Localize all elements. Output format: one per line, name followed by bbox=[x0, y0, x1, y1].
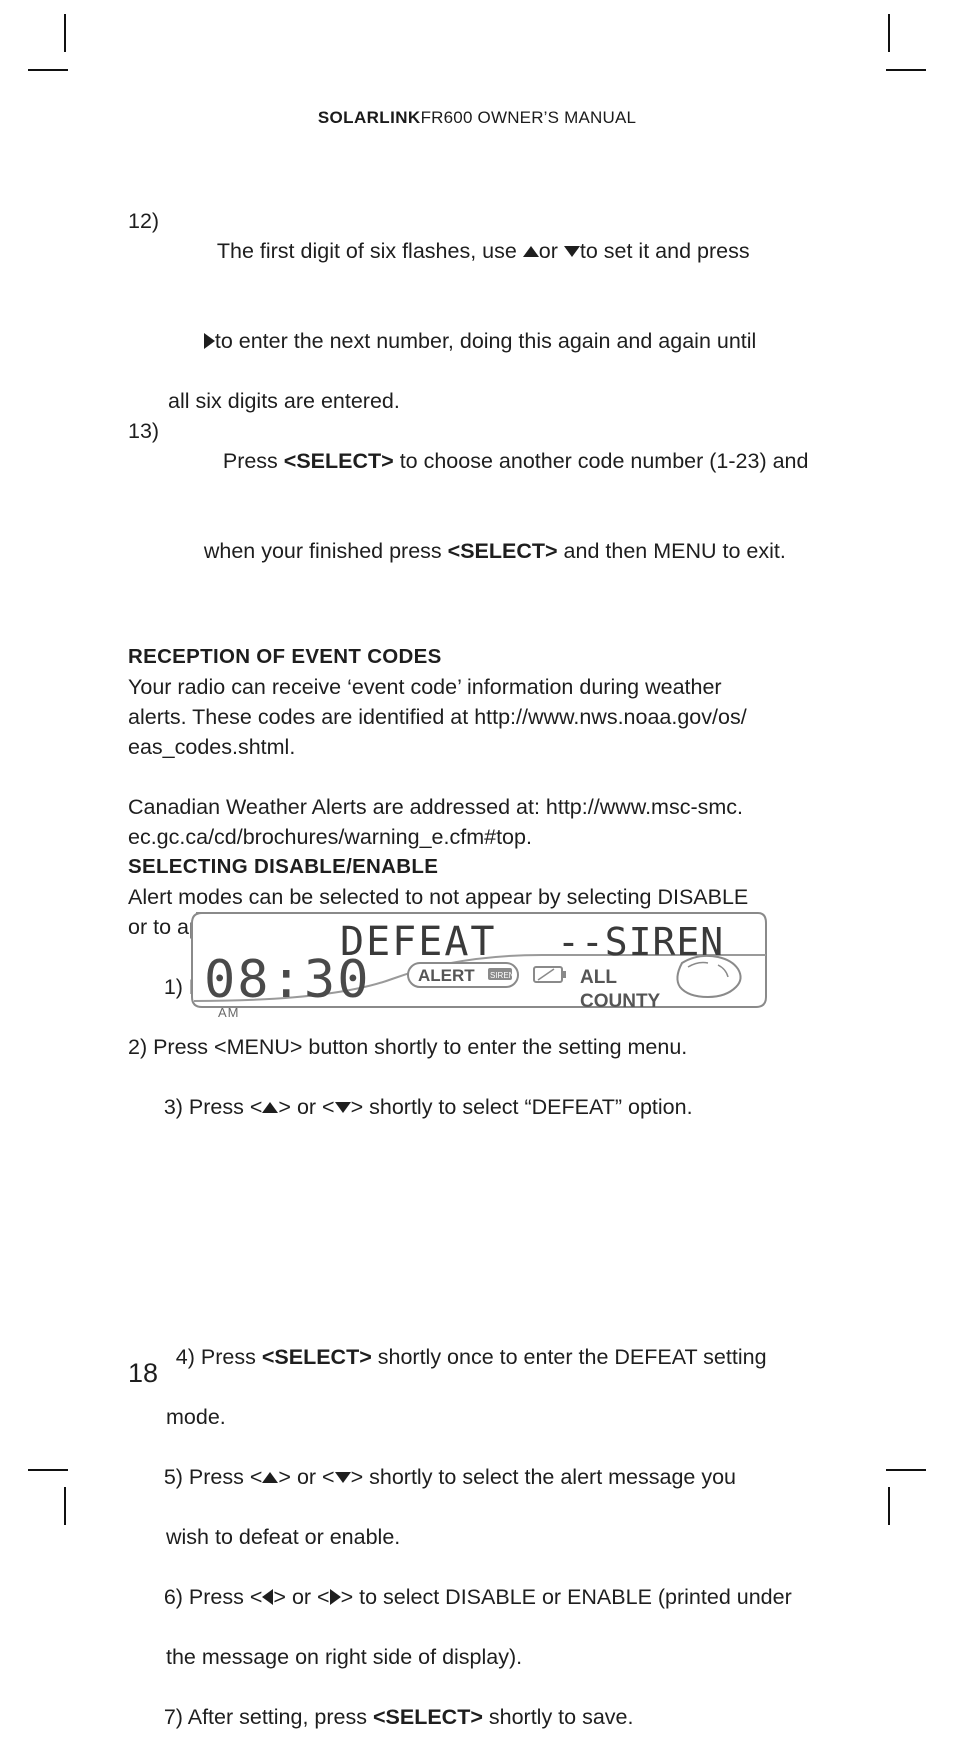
crop-mark-bottom-left-vertical bbox=[64, 1487, 66, 1525]
list-item-13-line2-a: when your finished press bbox=[203, 539, 448, 563]
heading-reception-of-event-codes: RECEPTION OF EVENT CODES bbox=[128, 645, 442, 668]
header-brand: SOLARLINK bbox=[317, 108, 421, 127]
list-item-12: 12) The first digit of six flashes, use … bbox=[128, 206, 832, 296]
lcd-county-label: COUNTY bbox=[580, 991, 661, 1012]
step-6-c: > to select DISABLE or ENABLE (printed u… bbox=[340, 1585, 792, 1609]
step-5-c: > shortly to select the alert message yo… bbox=[350, 1465, 737, 1489]
step-6-a: 6) Press < bbox=[163, 1585, 263, 1609]
list-item-12-line2: to enter the next number, doing this aga… bbox=[128, 296, 832, 386]
crop-mark-bottom-right-vertical bbox=[888, 1487, 890, 1525]
step-7-a: 7) After setting, press bbox=[163, 1705, 373, 1729]
canadian-alerts-line-1: Canadian Weather Alerts are addressed at… bbox=[128, 795, 744, 819]
select-token-2: <SELECT> bbox=[447, 539, 558, 563]
reception-paragraph-line-3: eas_codes.shtml. bbox=[128, 735, 296, 759]
lcd-am-label: AM bbox=[218, 1005, 240, 1020]
list-item-12-text-b: or bbox=[538, 239, 564, 263]
running-header: SOLARLINKFR600 OWNER’S MANUAL bbox=[0, 108, 954, 128]
step-6-line2: the message on right side of display). bbox=[166, 1645, 523, 1669]
step-7-b: shortly to save. bbox=[482, 1705, 634, 1729]
select-token-1: <SELECT> bbox=[283, 449, 394, 473]
up-arrow-icon bbox=[262, 1471, 279, 1483]
step-3-c: > shortly to select “DEFEAT” option. bbox=[350, 1095, 693, 1119]
page-number: 18 bbox=[128, 1358, 159, 1388]
up-arrow-icon bbox=[522, 245, 539, 257]
step-3-b: > or < bbox=[278, 1095, 335, 1119]
step-3: 3) Press < > or < > shortly to select “DEF… bbox=[128, 1062, 832, 1152]
select-token-3: <SELECT> bbox=[261, 1345, 372, 1369]
reception-paragraph-line-2: alerts. These codes are identified at ht… bbox=[128, 705, 747, 729]
header-model: FR600 OWNER’S MANUAL bbox=[420, 108, 637, 127]
step-2: 2) Press <MENU> button shortly to enter … bbox=[128, 1035, 688, 1059]
list-item-12-number: 12) bbox=[128, 209, 160, 233]
step-4-a: 4) Press bbox=[175, 1345, 262, 1369]
step-5-line2: wish to defeat or enable. bbox=[166, 1525, 401, 1549]
lcd-time-text: 08:30 bbox=[204, 950, 371, 1010]
step-4-text: 4) Press <SELECT> shortly once to enter … bbox=[128, 1312, 832, 1402]
down-arrow-icon bbox=[334, 1471, 351, 1483]
manual-page: SOLARLINKFR600 OWNER’S MANUAL 12) The fi… bbox=[0, 0, 954, 1729]
list-item-12-line3: all six digits are entered. bbox=[168, 389, 400, 413]
crop-mark-bottom-right-horizontal bbox=[886, 1469, 926, 1471]
step-6: 6) Press < > or < > to select DISABLE or E… bbox=[128, 1552, 832, 1642]
crop-mark-top-right-vertical bbox=[888, 14, 890, 52]
step-5-a: 5) Press < bbox=[163, 1465, 263, 1489]
right-arrow-icon bbox=[203, 333, 215, 350]
step-4-line2: mode. bbox=[166, 1405, 226, 1429]
step-3-a: 3) Press < bbox=[163, 1095, 263, 1119]
lcd-display-svg: DEFEAT --SIREN 08:30 AM ALERT SIREN ALL … bbox=[191, 912, 767, 1020]
up-arrow-icon bbox=[262, 1101, 279, 1113]
lcd-alert-sub-label: SIREN bbox=[490, 971, 515, 980]
lcd-all-label: ALL bbox=[580, 967, 617, 988]
select-token-4: <SELECT> bbox=[372, 1705, 483, 1729]
list-item-12-text-a: The first digit of six flashes, use bbox=[216, 239, 523, 263]
step-4-b: shortly once to enter the DEFEAT setting bbox=[371, 1345, 767, 1369]
reception-paragraph-line-1: Your radio can receive ‘event code’ info… bbox=[128, 675, 722, 699]
list-item-12-text: The first digit of six flashes, use or t… bbox=[159, 206, 832, 296]
list-item-12-line2-text: to enter the next number, doing this aga… bbox=[214, 329, 757, 353]
step-4: 4) Press <SELECT> shortly once to enter … bbox=[128, 1312, 832, 1402]
down-arrow-icon bbox=[563, 245, 580, 257]
figure-spacer bbox=[128, 1152, 832, 1312]
list-item-13-text: Press <SELECT> to choose another code nu… bbox=[159, 416, 832, 506]
step-5: 5) Press < > or < > shortly to select the … bbox=[128, 1432, 832, 1522]
crop-mark-top-left-vertical bbox=[64, 14, 66, 52]
list-item-13-text-b: to choose another code number (1-23) and bbox=[393, 449, 809, 473]
list-item-13-line2: when your finished press <SELECT> and th… bbox=[128, 506, 832, 596]
crop-mark-top-right-horizontal bbox=[886, 69, 926, 71]
lcd-display-figure: DEFEAT --SIREN 08:30 AM ALERT SIREN ALL … bbox=[182, 905, 772, 1025]
list-item-13-text-a: Press bbox=[216, 449, 284, 473]
right-arrow-icon bbox=[329, 1589, 341, 1606]
heading-selecting-disable-enable: SELECTING DISABLE/ENABLE bbox=[128, 855, 439, 878]
list-item-13-line2-b: and then MENU to exit. bbox=[557, 539, 786, 563]
battery-tip-icon bbox=[562, 971, 566, 978]
step-6-b: > or < bbox=[273, 1585, 330, 1609]
lcd-alert-label: ALERT bbox=[418, 966, 475, 985]
canadian-alerts-line-2: ec.gc.ca/cd/brochures/warning_e.cfm#top. bbox=[128, 825, 532, 849]
list-item-13-number: 13) bbox=[128, 419, 160, 443]
list-item-13: 13) Press <SELECT> to choose another cod… bbox=[128, 416, 832, 506]
step-5-b: > or < bbox=[278, 1465, 335, 1489]
list-item-12-text-c: to set it and press bbox=[579, 239, 750, 263]
step-7: 7) After setting, press <SELECT> shortly… bbox=[128, 1672, 832, 1762]
crop-mark-top-left-horizontal bbox=[28, 69, 68, 71]
down-arrow-icon bbox=[334, 1101, 351, 1113]
left-arrow-icon bbox=[262, 1589, 274, 1606]
crop-mark-bottom-left-horizontal bbox=[28, 1469, 68, 1471]
